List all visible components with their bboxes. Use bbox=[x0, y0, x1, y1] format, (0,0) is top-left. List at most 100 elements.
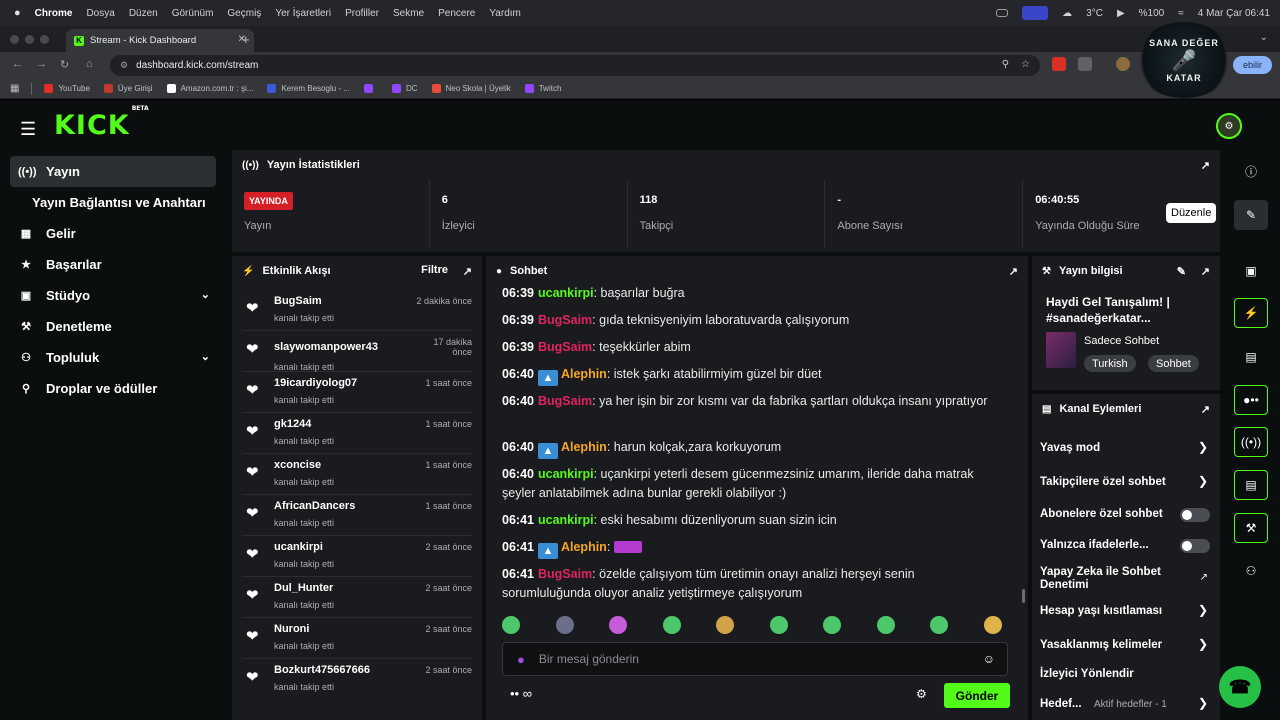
minimize-window-button[interactable] bbox=[25, 35, 34, 44]
support-chat-button[interactable]: ☎ bbox=[1219, 666, 1261, 708]
tab-search-icon[interactable]: ⌄ bbox=[1260, 32, 1268, 43]
user-avatar[interactable]: ⚙ bbox=[1216, 113, 1242, 139]
layout-icon[interactable]: ▤ bbox=[1234, 470, 1268, 500]
chevron-right-icon[interactable]: ❯ bbox=[1198, 603, 1208, 617]
bookmark-twitch[interactable]: Twitch bbox=[524, 84, 561, 93]
gear-icon[interactable]: ⚙ bbox=[916, 687, 927, 701]
face-emote-icon[interactable] bbox=[555, 616, 574, 634]
menu-dosya[interactable]: Dosya bbox=[86, 8, 114, 19]
sidebar-item-gelir[interactable]: ▦ Gelir bbox=[10, 218, 216, 249]
lightning-icon[interactable]: ⚡ bbox=[1234, 298, 1268, 328]
frog-emote-icon[interactable] bbox=[823, 616, 842, 634]
sidebar-item-denetleme[interactable]: ⚒ Denetleme bbox=[10, 311, 216, 342]
new-tab-button[interactable]: + bbox=[242, 32, 250, 47]
follower-name[interactable]: xconcise bbox=[274, 459, 321, 471]
sidebar-item-topluluk[interactable]: ⚇ Topluluk ⌄ bbox=[10, 342, 216, 373]
edit-icon[interactable]: ✎ bbox=[1177, 265, 1186, 278]
sidebar-item-droplar[interactable]: ⚲ Droplar ve ödüller bbox=[10, 373, 216, 404]
edit-icon[interactable]: ✎ bbox=[1234, 200, 1268, 230]
chevron-down-icon[interactable]: ⌄ bbox=[201, 350, 210, 363]
home-icon[interactable]: ⌂ bbox=[86, 58, 93, 70]
follower-name[interactable]: Bozkurt475667666 bbox=[274, 664, 370, 676]
community-icon[interactable]: ⚇ bbox=[1234, 556, 1268, 586]
frog-emote-icon[interactable] bbox=[662, 616, 681, 634]
chevron-right-icon[interactable]: ❯ bbox=[1198, 696, 1208, 710]
back-icon[interactable]: ← bbox=[12, 58, 23, 70]
browser-tab[interactable]: K Stream - Kick Dashboard ✕ bbox=[66, 29, 254, 52]
cat-emote-icon[interactable] bbox=[716, 616, 735, 634]
subscribers-only-toggle[interactable] bbox=[1180, 508, 1210, 522]
expand-icon[interactable]: ↗ bbox=[1201, 159, 1210, 172]
follower-name[interactable]: 19icardiyolog07 bbox=[274, 377, 357, 389]
chevron-right-icon[interactable]: ❯ bbox=[1198, 474, 1208, 488]
expand-icon[interactable]: ↗ bbox=[463, 265, 472, 278]
message-username[interactable]: ucankirpi bbox=[538, 513, 594, 527]
menu-yardim[interactable]: Yardım bbox=[489, 8, 521, 19]
action-goals[interactable]: Hedef... bbox=[1040, 698, 1100, 711]
sidebar-item-stream-key[interactable]: Yayın Bağlantısı ve Anahtarı bbox=[10, 187, 216, 218]
zoom-icon[interactable]: ⚲ bbox=[1002, 59, 1009, 70]
apple-icon[interactable]: ● bbox=[14, 7, 21, 19]
chat-tools-icon[interactable]: •• ∞ bbox=[510, 686, 532, 701]
emotes-only-toggle[interactable] bbox=[1180, 539, 1210, 553]
profile-button[interactable]: ebilir bbox=[1232, 56, 1272, 74]
message-username[interactable]: BugSaim bbox=[538, 567, 592, 581]
play-icon[interactable]: ▶ bbox=[1117, 8, 1125, 19]
frog-emote-icon[interactable] bbox=[930, 616, 949, 634]
chevron-down-icon[interactable]: ⌄ bbox=[201, 288, 210, 301]
datetime[interactable]: 4 Mar Çar 06:41 bbox=[1198, 8, 1270, 19]
bookmark-neo-skola[interactable]: Neo Skola | Üyelik bbox=[431, 84, 511, 93]
bookmark-kerem[interactable]: Kerem Besoglu - ... bbox=[267, 84, 350, 93]
message-username[interactable]: BugSaim bbox=[538, 313, 592, 327]
profile-icon[interactable] bbox=[1116, 57, 1130, 71]
emoji-icon[interactable]: ☺ bbox=[983, 652, 995, 666]
frog-emote-icon[interactable] bbox=[876, 616, 895, 634]
message-username[interactable]: Alephin bbox=[561, 367, 607, 381]
close-window-button[interactable] bbox=[10, 35, 19, 44]
wrench-icon[interactable]: ⚒ bbox=[1234, 513, 1268, 543]
send-button[interactable]: Gönder bbox=[944, 683, 1010, 708]
expand-icon[interactable]: ↗ bbox=[1201, 265, 1210, 278]
menu-gecmis[interactable]: Geçmiş bbox=[227, 8, 261, 19]
sidebar-item-yayin[interactable]: ((•)) Yayın bbox=[10, 156, 216, 187]
bookmark-uye-girisi[interactable]: Üye Girişi bbox=[103, 84, 153, 93]
apps-grid-icon[interactable]: ▦ bbox=[10, 83, 19, 94]
site-info-icon[interactable]: ⚙ bbox=[120, 60, 128, 71]
forward-icon[interactable]: → bbox=[36, 58, 47, 70]
menu-chrome[interactable]: Chrome bbox=[35, 8, 73, 19]
menu-sekme[interactable]: Sekme bbox=[393, 8, 424, 19]
robot-emote-icon[interactable] bbox=[983, 616, 1002, 634]
bookmark-dc[interactable]: DC bbox=[391, 84, 418, 93]
action-followers-only[interactable]: Takipçilere özel sohbet bbox=[1040, 476, 1208, 489]
frog-emote-icon[interactable] bbox=[769, 616, 788, 634]
bookmark-twitch-1[interactable] bbox=[363, 84, 378, 93]
menu-profiller[interactable]: Profiller bbox=[345, 8, 379, 19]
microphone-icon[interactable]: ● bbox=[517, 652, 525, 667]
follower-name[interactable]: gk1244 bbox=[274, 418, 311, 430]
message-username[interactable]: BugSaim bbox=[538, 340, 592, 354]
menu-yer-isaretleri[interactable]: Yer İşaretleri bbox=[275, 8, 331, 19]
expand-icon[interactable]: ↗ bbox=[1009, 265, 1018, 278]
follower-name[interactable]: Nuroni bbox=[274, 623, 309, 635]
external-link-icon[interactable]: ↗ bbox=[1200, 572, 1208, 583]
message-username[interactable]: Alephin bbox=[561, 440, 607, 454]
menu-pencere[interactable]: Pencere bbox=[438, 8, 475, 19]
chat-message-input[interactable]: ● Bir mesaj gönderin ☺ bbox=[502, 642, 1008, 676]
filter-button[interactable]: Filtre bbox=[421, 264, 448, 276]
wifi-icon[interactable]: ≈ bbox=[1178, 8, 1184, 19]
address-bar[interactable]: ⚙ dashboard.kick.com/stream ⚲ ☆ bbox=[110, 55, 1040, 76]
extensions-icon[interactable] bbox=[1078, 57, 1092, 71]
follower-name[interactable]: slaywomanpower43 bbox=[274, 341, 378, 353]
screen-icon[interactable] bbox=[1022, 6, 1049, 20]
action-banned-words[interactable]: Yasaklanmış kelimeler bbox=[1040, 639, 1208, 652]
bookmark-star-icon[interactable]: ☆ bbox=[1021, 59, 1030, 70]
expand-icon[interactable]: ↗ bbox=[1201, 403, 1210, 416]
sidebar-item-basarilar[interactable]: ★ Başarılar bbox=[10, 249, 216, 280]
message-username[interactable]: ucankirpi bbox=[538, 467, 594, 481]
broadcast-icon[interactable]: ((•)) bbox=[1234, 427, 1268, 457]
follower-name[interactable]: ucankirpi bbox=[274, 541, 323, 553]
sidebar-item-studyo[interactable]: ▣ Stüdyo ⌄ bbox=[10, 280, 216, 311]
record-icon[interactable] bbox=[996, 9, 1009, 17]
message-username[interactable]: Alephin bbox=[561, 540, 607, 554]
info-icon[interactable]: ⓘ bbox=[1234, 156, 1268, 186]
